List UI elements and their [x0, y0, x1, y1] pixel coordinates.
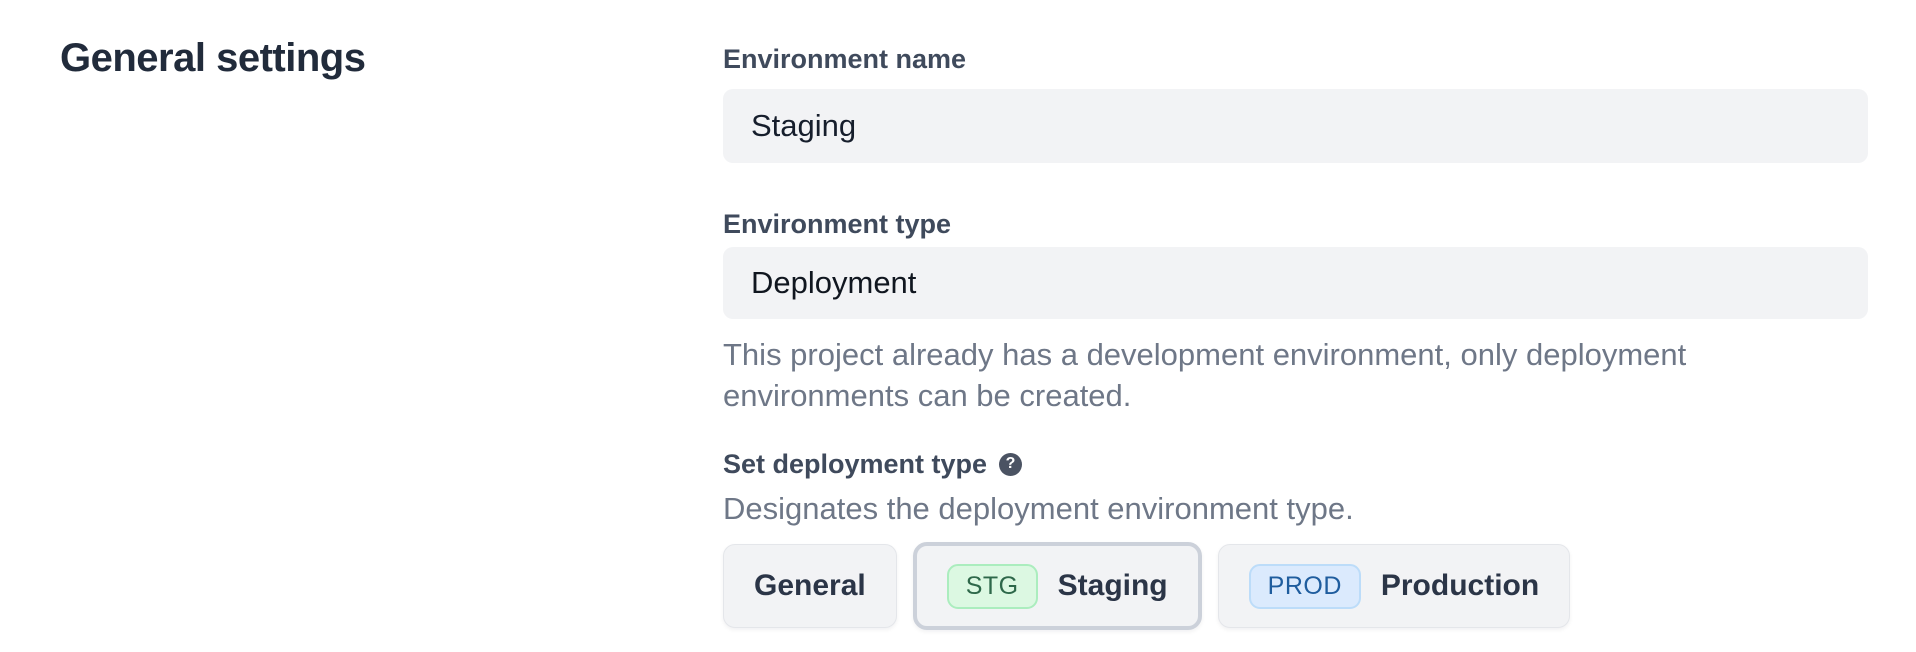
deployment-type-option-staging[interactable]: STG Staging	[913, 542, 1202, 630]
deployment-type-options: General STG Staging PROD Production	[723, 542, 1868, 630]
environment-type-label: Environment type	[723, 207, 1868, 241]
deployment-type-option-general[interactable]: General	[723, 544, 897, 628]
deployment-type-option-general-label: General	[754, 569, 866, 603]
deployment-type-label-row: Set deployment type ?	[723, 447, 1868, 481]
question-mark-icon[interactable]: ?	[999, 453, 1022, 476]
general-settings-page: General settings Environment name Enviro…	[0, 0, 1916, 652]
staging-badge: STG	[947, 564, 1038, 609]
environment-name-label: Environment name	[723, 42, 1868, 76]
page-title: General settings	[60, 36, 365, 81]
production-badge: PROD	[1249, 564, 1361, 609]
deployment-type-option-production-label: Production	[1381, 569, 1539, 603]
deployment-type-label: Set deployment type	[723, 447, 987, 481]
deployment-type-option-staging-label: Staging	[1058, 569, 1168, 603]
environment-name-input[interactable]	[723, 89, 1868, 163]
deployment-type-description: Designates the deployment environment ty…	[723, 488, 1868, 529]
deployment-type-option-production[interactable]: PROD Production	[1218, 544, 1571, 628]
settings-form: Environment name Environment type This p…	[723, 0, 1868, 630]
environment-type-input[interactable]	[723, 247, 1868, 319]
environment-type-help-text: This project already has a development e…	[723, 334, 1833, 416]
